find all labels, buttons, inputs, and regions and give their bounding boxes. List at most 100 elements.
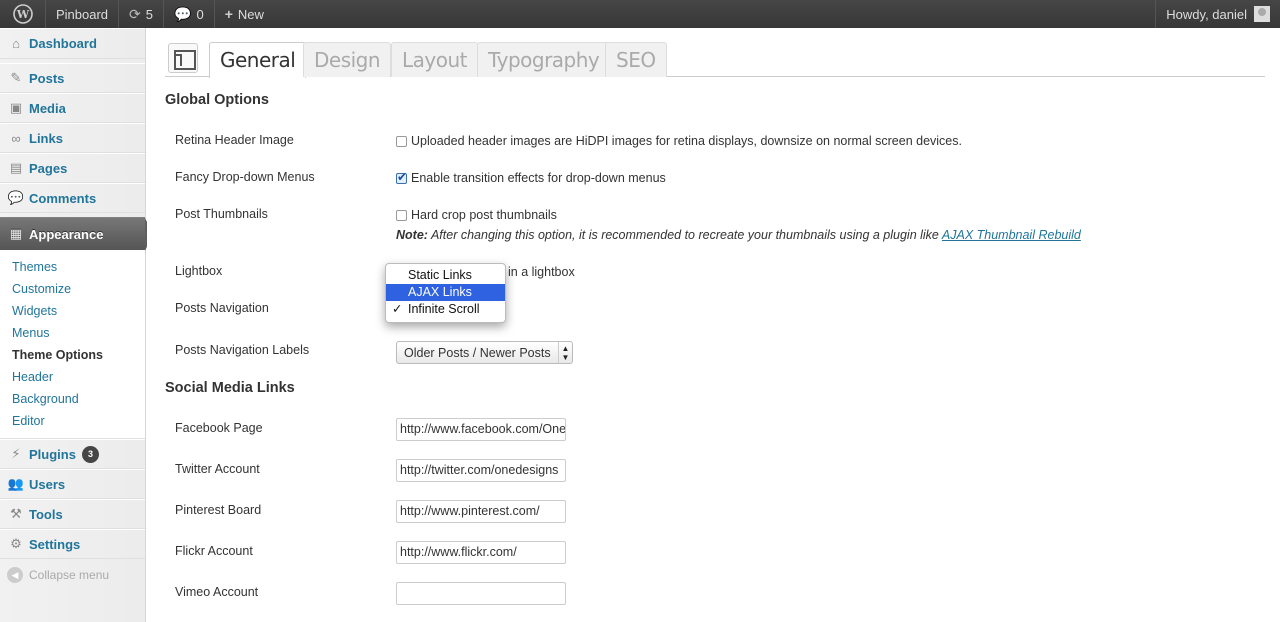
sidebar-item-dashboard[interactable]: ⌂ Dashboard [0,28,145,59]
select-value: Older Posts / Newer Posts [404,346,551,360]
hard-crop-checkbox[interactable] [396,209,407,221]
vimeo-account-label: Vimeo Account [175,585,259,599]
link-icon: ∞ [11,130,21,146]
new-content-link[interactable]: + New [215,0,274,28]
facebook-page-label: Facebook Page [175,421,263,435]
sidebar-item-users[interactable]: 👥 Users [0,469,145,499]
theme-options-page: General Design Layout Typography SEO Glo… [147,28,1280,622]
sidebar-item-label: Pages [29,160,68,176]
account-menu[interactable]: Howdy, daniel [1155,0,1280,28]
submenu-item-widgets[interactable]: Widgets [0,300,145,322]
tools-icon: ⚒ [10,506,22,521]
updates-count: 5 [145,6,154,22]
sidebar-item-links[interactable]: ∞ Links [0,123,145,153]
sidebar-item-label: Media [29,100,66,116]
posts-navigation-labels-select[interactable]: Older Posts / Newer Posts ▲ ▼ [396,341,573,364]
submenu-item-background[interactable]: Background [0,388,145,410]
dropdown-option-label: Static Links [408,268,472,282]
options-tabs: General Design Layout Typography SEO [165,42,1265,78]
collapse-arrow-icon: ◀ [7,567,23,583]
sidebar-item-posts[interactable]: ✎ Posts [0,63,145,93]
ajax-thumbnail-rebuild-link[interactable]: AJAX Thumbnail Rebuild [942,228,1081,242]
tab-typography[interactable]: Typography [477,42,611,77]
plugins-update-badge: 3 [81,445,99,463]
users-icon: 👥 [7,476,25,491]
twitter-account-input[interactable]: http://twitter.com/onedesigns [396,459,566,482]
updates-link[interactable]: ⟳ 5 [119,0,165,28]
post-thumbnails-option: Hard crop post thumbnails [396,208,557,222]
vimeo-account-input[interactable] [396,582,566,605]
new-label: New [237,6,264,22]
sidebar-item-appearance[interactable]: ▦ Appearance [0,217,153,251]
dropdown-option-infinite-scroll[interactable]: ✓ Infinite Scroll [386,301,505,318]
comments-link[interactable]: 💬 0 [164,0,215,28]
posts-navigation-dropdown: Static Links AJAX Links ✓ Infinite Scroll [385,263,506,323]
fancy-dropdown-checkbox[interactable] [396,170,407,184]
dropdown-option-ajax-links[interactable]: AJAX Links [386,284,505,301]
refresh-icon: ⟳ [129,5,141,22]
submenu-item-customize[interactable]: Customize [0,278,145,300]
admin-sidebar: ⌂ Dashboard ✎ Posts ▣ Media ∞ Links ▤ Pages 💬… [0,28,153,622]
dropdown-option-label: Infinite Scroll [408,302,480,316]
flickr-account-input[interactable]: http://www.flickr.com/ [396,541,566,564]
thumbnail-note: Note: After changing this option, it is … [396,228,1081,242]
submenu-item-header[interactable]: Header [0,366,145,388]
appearance-icon: ▦ [9,226,23,241]
tab-general[interactable]: General [209,42,307,78]
flickr-account-label: Flickr Account [175,544,253,558]
tab-seo[interactable]: SEO [605,42,667,77]
posts-navigation-label: Posts Navigation [175,301,269,315]
appearance-submenu: Themes Customize Widgets Menus Theme Opt… [0,250,145,439]
dashboard-icon: ⌂ [12,36,20,51]
retina-header-option: Uploaded header images are HiDPI images … [396,134,962,148]
wordpress-logo-icon[interactable]: W [0,0,46,28]
collapse-menu-button[interactable]: ◀ Collapse menu [0,559,145,591]
lightbox-option-text: in a lightbox [508,265,575,279]
pinterest-board-label: Pinterest Board [175,503,262,517]
retina-header-text: Uploaded header images are HiDPI images … [411,134,962,148]
sidebar-item-comments[interactable]: 💬 Comments [0,183,145,213]
sidebar-item-label: Users [29,476,66,492]
retina-header-checkbox[interactable] [396,135,407,147]
site-name-link[interactable]: Pinboard [46,0,120,28]
theme-options-icon [168,43,198,73]
dropdown-option-static-links[interactable]: Static Links [386,267,505,284]
tab-design[interactable]: Design [303,42,392,77]
hard-crop-text: Hard crop post thumbnails [411,208,557,222]
sidebar-item-label: Comments [29,190,97,206]
sidebar-item-plugins[interactable]: ⚡ Plugins 3 [0,439,145,469]
sidebar-item-pages[interactable]: ▤ Pages [0,153,145,183]
note-text: After changing this option, it is recomm… [427,228,942,242]
pin-icon: ✎ [10,70,22,85]
settings-icon: ⚙ [10,536,22,551]
sidebar-item-tools[interactable]: ⚒ Tools [0,499,145,529]
sidebar-item-label: Dashboard [29,36,97,51]
avatar [1254,6,1270,22]
submenu-item-themes[interactable]: Themes [0,256,145,278]
submenu-item-theme-options[interactable]: Theme Options [0,344,145,366]
post-thumbnails-label: Post Thumbnails [175,207,268,221]
site-name: Pinboard [56,6,109,22]
speech-bubble-icon: 💬 [174,5,192,22]
comments-count: 0 [196,6,204,22]
sidebar-item-settings[interactable]: ⚙ Settings [0,529,145,559]
global-options-heading: Global Options [165,92,269,108]
facebook-page-input[interactable]: http://www.facebook.com/One [396,418,566,441]
sidebar-item-media[interactable]: ▣ Media [0,93,145,123]
fancy-dropdown-text: Enable transition effects for drop-down … [411,171,666,185]
submenu-item-menus[interactable]: Menus [0,322,145,344]
checkmark-icon: ✓ [392,302,403,316]
pinterest-board-input[interactable]: http://www.pinterest.com/ [396,500,566,523]
sidebar-item-label: Plugins [29,446,76,462]
sidebar-item-label: Posts [29,70,65,86]
tab-layout[interactable]: Layout [391,42,478,77]
comments-icon: 💬 [7,190,25,205]
posts-navigation-labels-label: Posts Navigation Labels [175,343,310,357]
note-prefix: Note: [396,228,428,242]
sidebar-item-label: Appearance [29,226,104,242]
media-icon: ▣ [9,100,23,115]
dropdown-option-label: AJAX Links [408,285,472,299]
submenu-item-editor[interactable]: Editor [0,410,145,432]
fancy-dropdown-option: Enable transition effects for drop-down … [396,170,666,185]
plugins-icon: ⚡ [11,446,21,461]
